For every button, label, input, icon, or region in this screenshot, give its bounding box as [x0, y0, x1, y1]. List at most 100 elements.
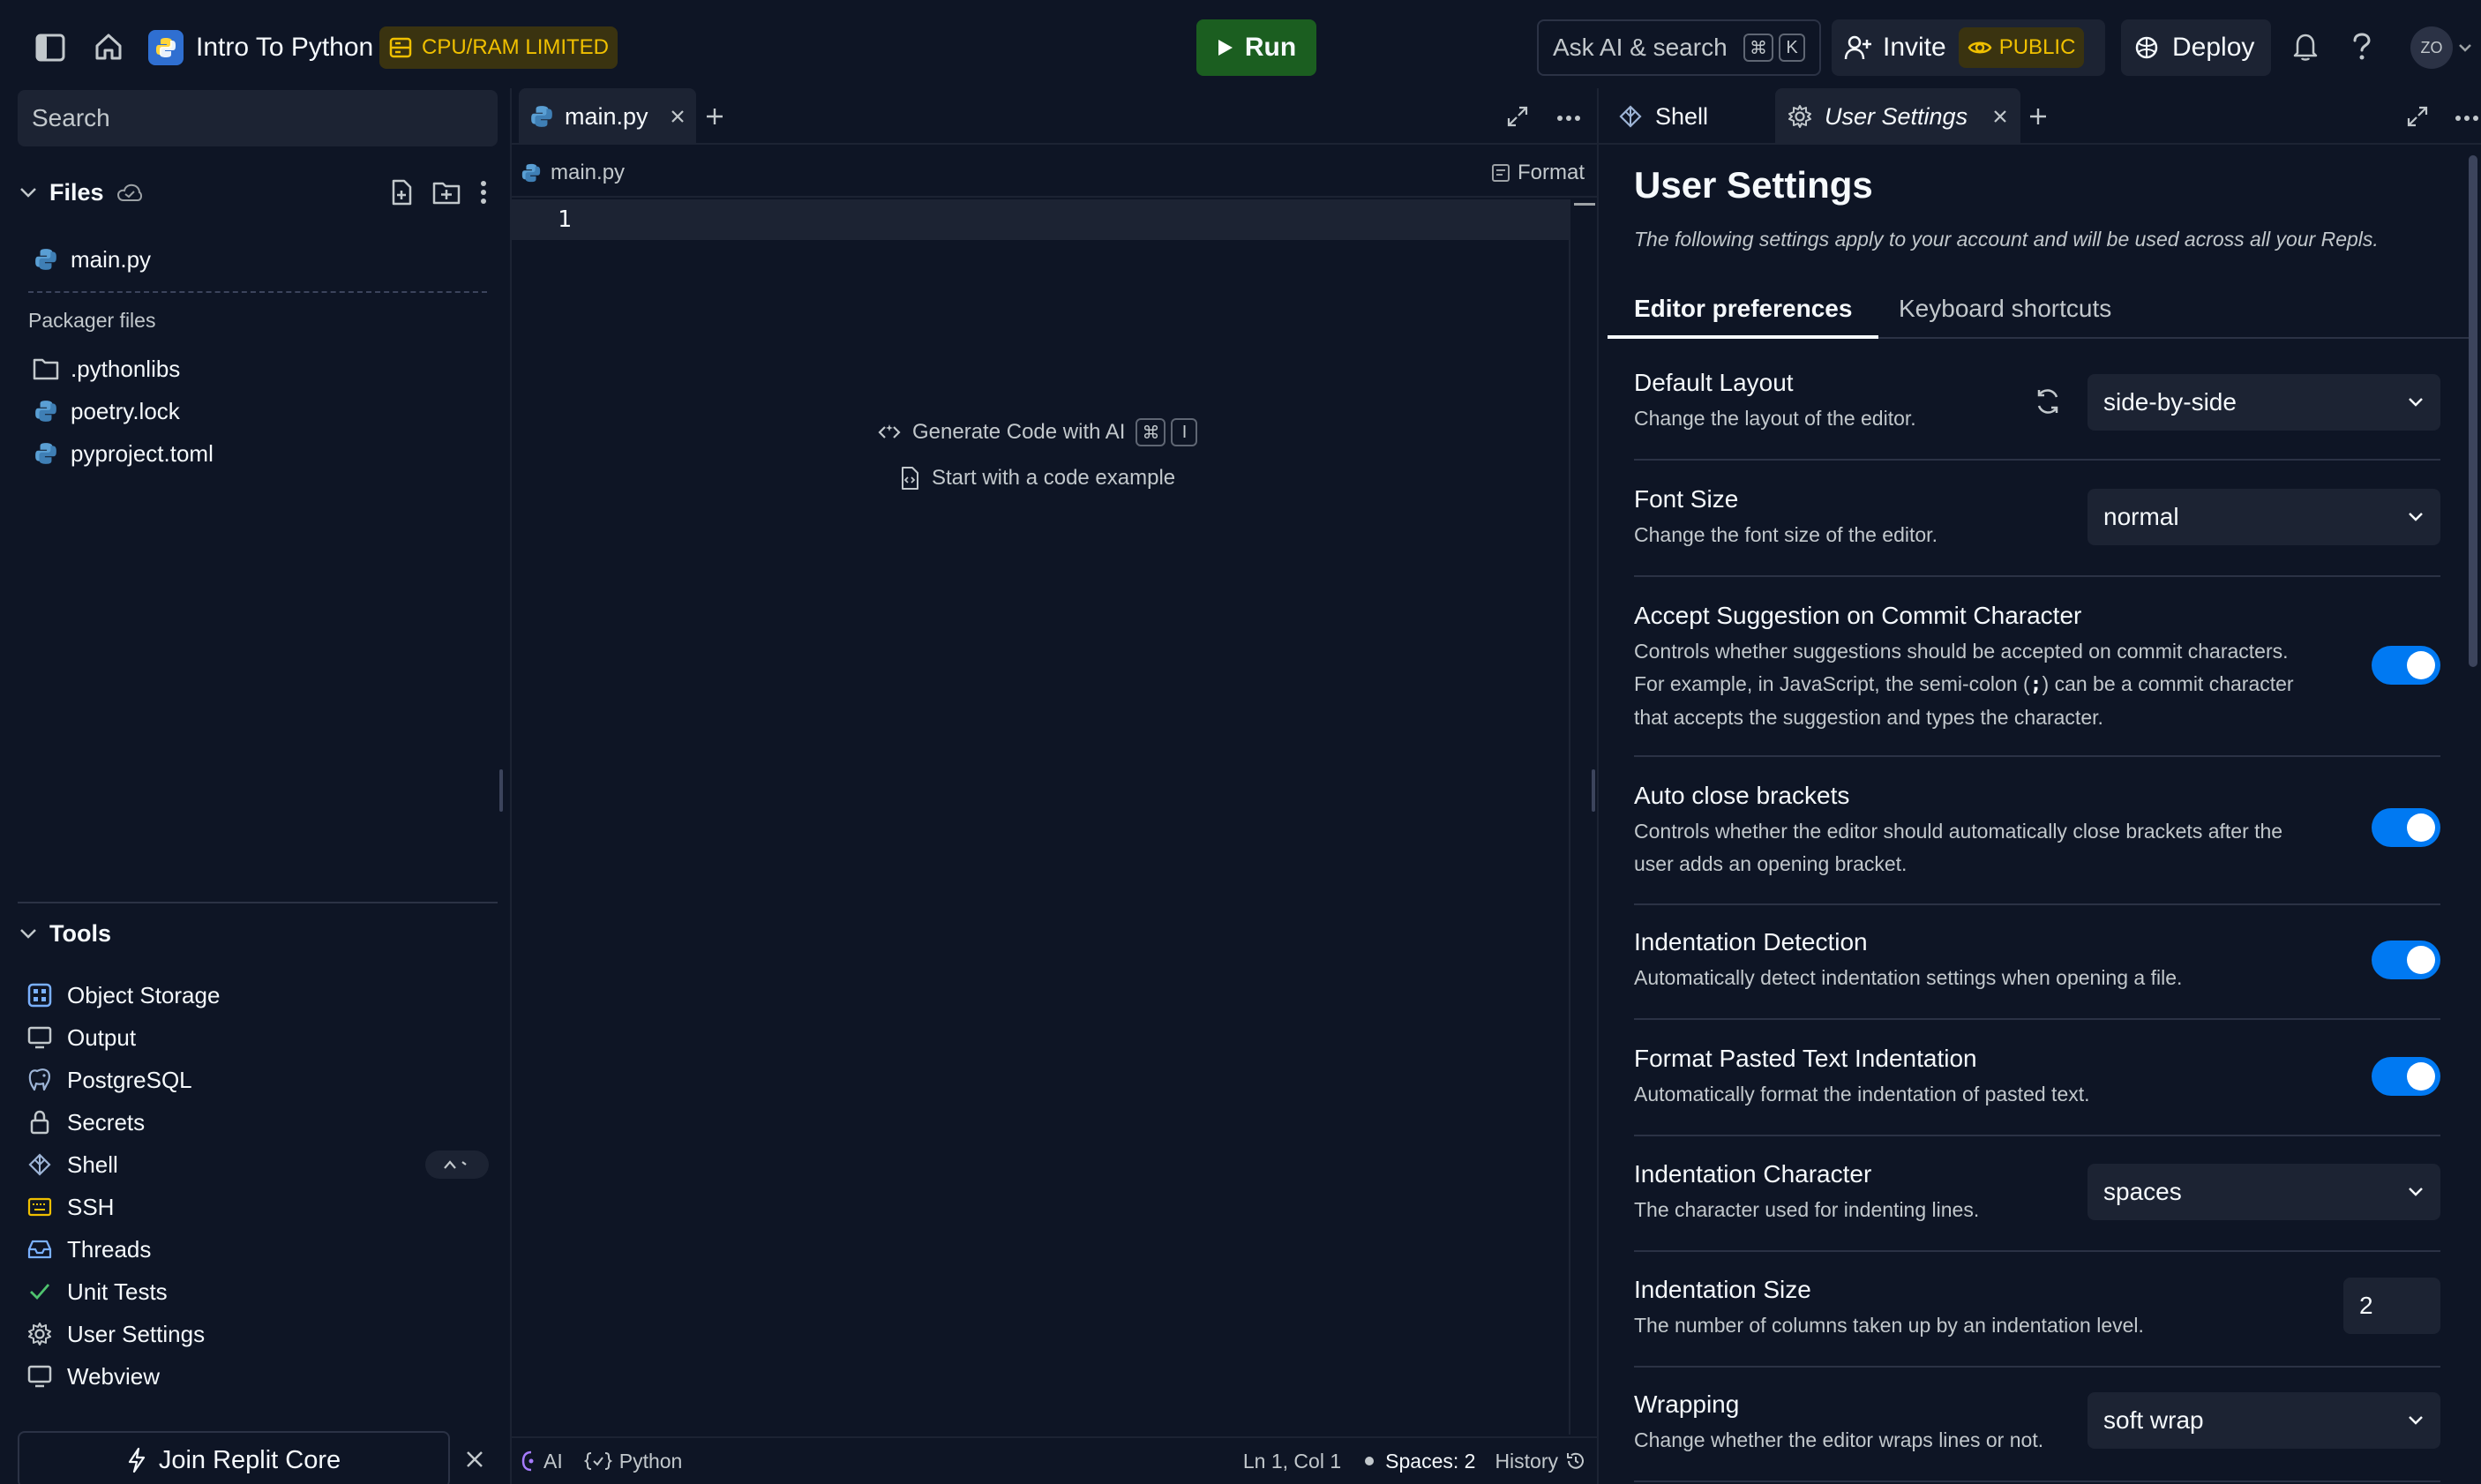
new-tab-plus-icon[interactable] — [2028, 106, 2049, 127]
help-icon[interactable] — [2350, 32, 2373, 62]
file-item-pyproject-toml[interactable]: pyproject.toml — [0, 432, 510, 475]
tool-item-webview[interactable]: Webview — [0, 1355, 510, 1398]
right-tab-bar: Shell User Settings — [1599, 88, 2481, 145]
settings-scrollbar[interactable] — [2469, 155, 2477, 667]
generate-code-ai-link[interactable]: Generate Code with AI ⌘ I — [877, 415, 1198, 450]
tools-section-header[interactable]: Tools — [19, 912, 111, 955]
wrapping-select[interactable]: soft wrap — [2087, 1392, 2440, 1449]
format-pasted-text-toggle[interactable] — [2372, 1057, 2440, 1096]
new-tab-plus-icon[interactable] — [704, 106, 725, 127]
setting-auto-close-brackets: Auto close brackets Controls whether the… — [1634, 782, 2440, 905]
history-button[interactable]: History — [1495, 1450, 1586, 1473]
deploy-button[interactable]: Deploy — [2121, 19, 2271, 76]
tool-item-unit-tests[interactable]: Unit Tests — [0, 1270, 510, 1313]
select-value: normal — [2103, 503, 2179, 530]
ai-status-button[interactable]: AI — [521, 1450, 563, 1473]
tool-item-threads[interactable]: Threads — [0, 1228, 510, 1270]
close-tab-icon[interactable] — [670, 109, 686, 124]
gear-icon — [25, 1322, 55, 1346]
resource-limit-label: CPU/RAM LIMITED — [422, 35, 610, 59]
tool-label: Secrets — [67, 1108, 146, 1135]
home-icon[interactable] — [94, 32, 124, 62]
tool-item-ssh[interactable]: SSH — [0, 1186, 510, 1228]
deploy-icon — [2133, 34, 2160, 61]
font-size-select[interactable]: normal — [2087, 489, 2440, 545]
editor-breadcrumb[interactable]: main.py — [521, 155, 625, 191]
new-folder-icon[interactable] — [432, 180, 461, 205]
more-options-icon[interactable] — [480, 180, 487, 205]
pane-resize-handle[interactable] — [1592, 769, 1595, 812]
setting-title: Indentation Size — [1634, 1276, 1811, 1303]
tool-item-shell[interactable]: Shell — [0, 1143, 510, 1186]
maximize-icon[interactable] — [1505, 104, 1530, 129]
tool-item-user-settings[interactable]: User Settings — [0, 1313, 510, 1355]
tools-label: Tools — [49, 919, 111, 947]
indentation-size-input[interactable]: 2 — [2343, 1278, 2440, 1334]
run-button[interactable]: Run — [1196, 19, 1316, 76]
description-line: that accepts the suggestion and types th… — [1634, 706, 2103, 729]
tool-item-output[interactable]: Output — [0, 1016, 510, 1059]
command-key: ⌘ — [1743, 34, 1773, 62]
indentation-detection-toggle[interactable] — [2372, 941, 2440, 979]
tool-item-postgresql[interactable]: PostgreSQL — [0, 1059, 510, 1101]
lock-icon — [25, 1110, 55, 1135]
breadcrumb-file: main.py — [551, 161, 626, 184]
files-section-header[interactable]: Files — [19, 171, 496, 214]
tool-item-secrets[interactable]: Secrets — [0, 1101, 510, 1143]
new-file-icon[interactable] — [390, 179, 413, 206]
code-example-link[interactable]: Start with a code example — [900, 461, 1175, 496]
page-subtitle: The following settings apply to your acc… — [1634, 228, 2379, 251]
cloud-sync-icon — [116, 183, 143, 202]
tab-user-settings[interactable]: User Settings — [1775, 88, 2021, 145]
close-tab-icon[interactable] — [1992, 109, 2008, 124]
code-editor-area[interactable]: 1 Generate Code with AI ⌘ I Start with a… — [512, 199, 1569, 1435]
python-file-icon — [30, 247, 62, 272]
resource-limit-badge[interactable]: CPU/RAM LIMITED — [379, 26, 618, 69]
shell-shortcut-badge[interactable] — [425, 1150, 489, 1179]
more-options-icon[interactable] — [2455, 115, 2479, 122]
tool-item-object-storage[interactable]: Object Storage — [0, 974, 510, 1016]
add-person-icon — [1844, 34, 1872, 61]
ai-search-input[interactable]: Ask AI & search ⌘ K — [1537, 19, 1821, 76]
accept-suggestion-toggle[interactable] — [2372, 646, 2440, 685]
auto-close-brackets-toggle[interactable] — [2372, 808, 2440, 847]
description-line: Controls whether the editor should autom… — [1634, 820, 2283, 843]
more-options-icon[interactable] — [1556, 115, 1581, 122]
maximize-icon[interactable] — [2405, 104, 2430, 129]
spaces-indicator[interactable]: Spaces: 2 — [1385, 1450, 1475, 1473]
editor-tab-bar: main.py — [512, 88, 1597, 145]
input-value: 2 — [2359, 1292, 2373, 1319]
repl-title-button[interactable]: Intro To Python — [148, 26, 373, 69]
account-menu[interactable]: ZO — [2410, 26, 2472, 69]
cursor-position[interactable]: Ln 1, Col 1 — [1243, 1450, 1341, 1473]
chevron-down-icon — [2407, 1415, 2425, 1426]
format-button[interactable]: Format — [1491, 155, 1585, 191]
file-item-main-py[interactable]: main.py — [0, 238, 510, 281]
notifications-bell-icon[interactable] — [2292, 32, 2319, 62]
file-item-poetry-lock[interactable]: poetry.lock — [0, 390, 510, 432]
setting-title: Format Pasted Text Indentation — [1634, 1045, 1977, 1072]
subtab-editor-preferences[interactable]: Editor preferences — [1608, 284, 1879, 339]
code-file-icon — [900, 466, 919, 491]
sidebar-search-placeholder: Search — [32, 104, 110, 131]
visibility-badge[interactable]: PUBLIC — [1958, 27, 2085, 68]
editor-scrollbar[interactable] — [1569, 199, 1597, 1435]
setting-font-size: Font Size Change the font size of the ed… — [1634, 485, 2440, 577]
join-replit-core-button[interactable]: Join Replit Core — [18, 1431, 450, 1484]
file-item-pythonlibs[interactable]: .pythonlibs — [0, 348, 510, 390]
sidebar-resize-handle[interactable] — [499, 769, 503, 812]
editor-tab-main-py[interactable]: main.py — [519, 88, 696, 145]
default-layout-select[interactable]: side-by-side — [2087, 374, 2440, 431]
subtab-keyboard-shortcuts[interactable]: Keyboard shortcuts — [1899, 284, 2111, 339]
page-title: User Settings — [1634, 164, 1873, 206]
sidebar-toggle-icon[interactable] — [35, 34, 65, 62]
language-status-button[interactable]: Python — [583, 1450, 682, 1473]
sidebar-search-input[interactable]: Search — [18, 90, 498, 146]
indentation-character-select[interactable]: spaces — [2087, 1164, 2440, 1220]
close-icon[interactable] — [464, 1449, 485, 1470]
repl-name: Intro To Python — [196, 33, 374, 62]
tab-shell[interactable]: Shell — [1606, 88, 1720, 145]
server-icon — [388, 35, 413, 60]
reset-refresh-icon[interactable] — [2033, 386, 2063, 416]
invite-button[interactable]: Invite PUBLIC — [1832, 19, 2105, 76]
